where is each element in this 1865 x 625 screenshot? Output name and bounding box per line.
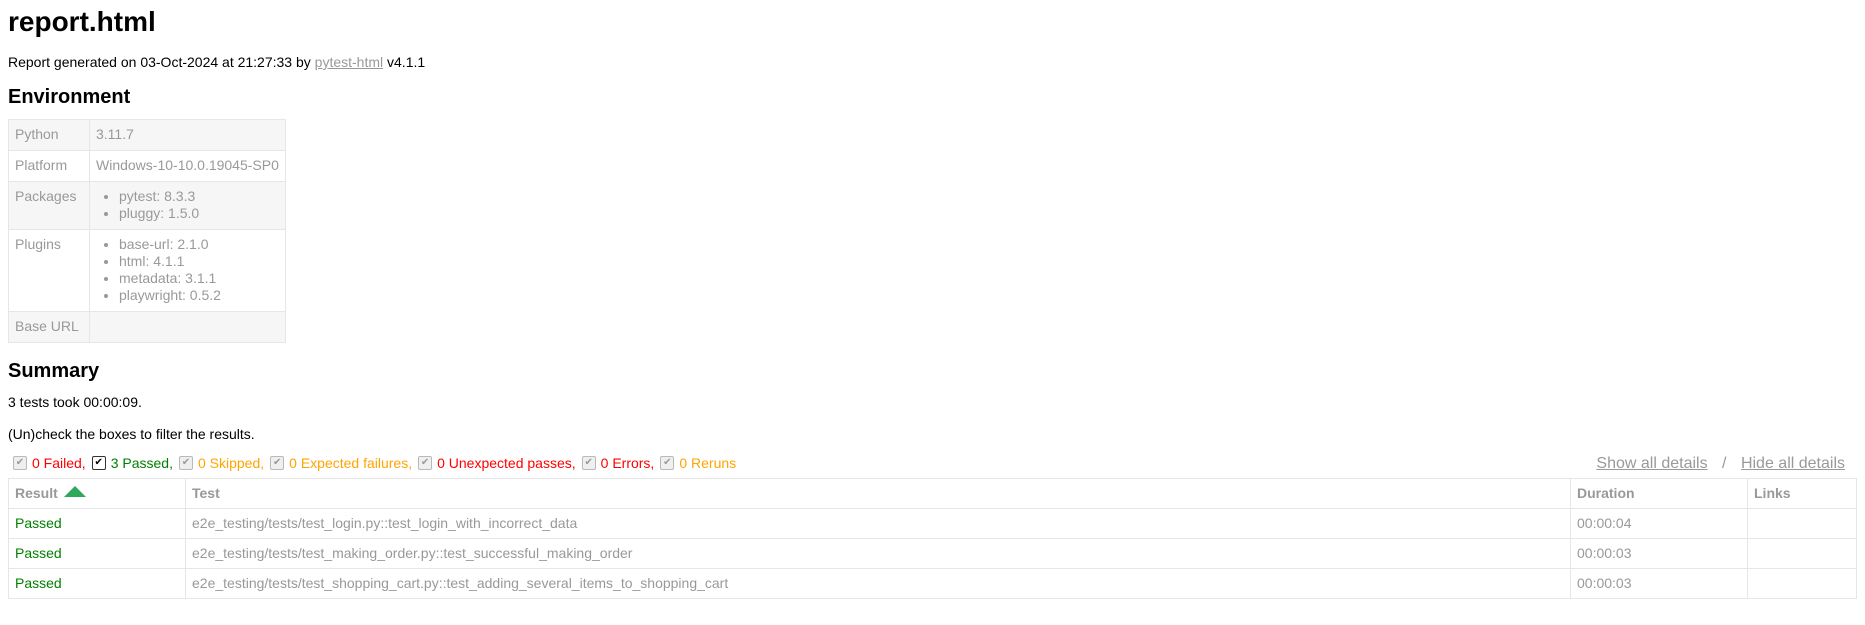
checkbox-reruns[interactable]: ✔ — [660, 456, 675, 470]
links-cell — [1747, 568, 1857, 599]
page-title: report.html — [8, 6, 156, 37]
results-header-row: Result Test Duration Links — [8, 478, 1857, 509]
filter-unexpected-passes[interactable]: ✔ 0 Unexpected passes, — [418, 455, 576, 471]
list-item: metadata: 3.1.1 — [119, 270, 279, 287]
env-row-base-url: Base URL — [8, 311, 286, 343]
filter-errors[interactable]: ✔ 0 Errors, — [581, 455, 655, 471]
env-value — [89, 311, 286, 343]
env-row-packages: Packages pytest: 8.3.3 pluggy: 1.5.0 — [8, 181, 286, 230]
checkbox-expected-failures[interactable]: ✔ — [270, 456, 285, 470]
env-key: Platform — [8, 150, 90, 182]
result-cell: Passed — [8, 538, 186, 569]
filter-expected-failures[interactable]: ✔ 0 Expected failures, — [270, 455, 412, 471]
duration-cell: 00:00:03 — [1570, 568, 1748, 599]
environment-table: Python 3.11.7 Platform Windows-10-10.0.1… — [8, 119, 286, 343]
show-all-details-link[interactable]: Show all details — [1596, 455, 1707, 472]
env-row-python: Python 3.11.7 — [8, 119, 286, 151]
tests-duration-text: 3 tests took 00:00:09. — [8, 394, 142, 410]
report-page: report.html Report generated on 03-Oct-2… — [0, 5, 1865, 599]
filter-passed[interactable]: ✔ 3 Passed, — [91, 455, 173, 471]
links-cell — [1747, 508, 1857, 539]
filter-skipped[interactable]: ✔ 0 Skipped, — [178, 455, 265, 471]
checkbox-failed[interactable]: ✔ — [13, 456, 27, 470]
table-row[interactable]: Passed e2e_testing/tests/test_making_ord… — [8, 538, 1857, 569]
env-value: pytest: 8.3.3 pluggy: 1.5.0 — [89, 181, 286, 230]
test-cell: e2e_testing/tests/test_making_order.py::… — [185, 538, 1571, 569]
checkbox-unexpected-passes[interactable]: ✔ — [418, 456, 433, 470]
table-row[interactable]: Passed e2e_testing/tests/test_shopping_c… — [8, 568, 1857, 599]
column-header-test[interactable]: Test — [185, 478, 1571, 509]
details-separator: / — [1722, 455, 1727, 472]
filter-row: ✔ 0 Failed, ✔ 3 Passed, ✔ 0 Skipped, ✔ 0… — [8, 455, 1857, 477]
filter-failed[interactable]: ✔ 0 Failed, — [13, 455, 86, 471]
list-item: base-url: 2.1.0 — [119, 236, 279, 253]
filter-passed-label: 3 Passed, — [110, 455, 173, 471]
plugins-list: base-url: 2.1.0 html: 4.1.1 metadata: 3.… — [96, 236, 279, 304]
filter-unexpected-passes-label: 0 Unexpected passes, — [437, 455, 576, 471]
sort-ascending-arrow-icon[interactable] — [63, 486, 86, 497]
pytest-html-link[interactable]: pytest-html — [315, 54, 383, 70]
links-cell — [1747, 538, 1857, 569]
summary-heading: Summary — [8, 360, 100, 382]
duration-cell: 00:00:04 — [1570, 508, 1748, 539]
filter-checkboxes: ✔ 0 Failed, ✔ 3 Passed, ✔ 0 Skipped, ✔ 0… — [8, 455, 1857, 471]
env-key: Plugins — [8, 229, 90, 312]
filter-errors-label: 0 Errors, — [600, 455, 655, 471]
checkbox-skipped[interactable]: ✔ — [178, 456, 193, 470]
env-row-platform: Platform Windows-10-10.0.19045-SP0 — [8, 150, 286, 182]
column-header-result[interactable]: Result — [8, 478, 186, 509]
detail-toggle-links: Show all details / Hide all details — [1596, 455, 1845, 473]
result-cell: Passed — [8, 568, 186, 599]
generated-suffix: v4.1.1 — [387, 54, 426, 70]
result-cell: Passed — [8, 508, 186, 539]
filter-expected-failures-label: 0 Expected failures, — [289, 455, 413, 471]
report-generated-line: Report generated on 03-Oct-2024 at 21:27… — [8, 53, 1857, 71]
env-row-plugins: Plugins base-url: 2.1.0 html: 4.1.1 meta… — [8, 229, 286, 312]
filter-hint-text: (Un)check the boxes to filter the result… — [8, 426, 255, 442]
test-cell: e2e_testing/tests/test_login.py::test_lo… — [185, 508, 1571, 539]
list-item: pytest: 8.3.3 — [119, 188, 279, 205]
table-row[interactable]: Passed e2e_testing/tests/test_login.py::… — [8, 508, 1857, 539]
packages-list: pytest: 8.3.3 pluggy: 1.5.0 — [96, 188, 279, 222]
duration-cell: 00:00:03 — [1570, 538, 1748, 569]
env-key: Base URL — [8, 311, 90, 343]
env-key: Packages — [8, 181, 90, 230]
filter-reruns[interactable]: ✔ 0 Reruns — [660, 455, 736, 471]
results-table: Result Test Duration Links Passed e2e_te… — [8, 478, 1857, 599]
list-item: html: 4.1.1 — [119, 253, 279, 270]
env-value: 3.11.7 — [89, 119, 286, 151]
env-key: Python — [8, 119, 90, 151]
generated-prefix: Report generated on 03-Oct-2024 at 21:27… — [8, 54, 311, 70]
test-cell: e2e_testing/tests/test_shopping_cart.py:… — [185, 568, 1571, 599]
environment-heading: Environment — [8, 86, 131, 108]
filter-skipped-label: 0 Skipped, — [197, 455, 265, 471]
checkbox-passed[interactable]: ✔ — [91, 456, 106, 470]
list-item: pluggy: 1.5.0 — [119, 205, 279, 222]
column-header-links: Links — [1747, 478, 1857, 509]
list-item: playwright: 0.5.2 — [119, 287, 279, 304]
env-value: Windows-10-10.0.19045-SP0 — [89, 150, 286, 182]
filter-failed-label: 0 Failed, — [32, 455, 86, 471]
checkbox-errors[interactable]: ✔ — [581, 456, 596, 470]
column-header-duration[interactable]: Duration — [1570, 478, 1748, 509]
env-value: base-url: 2.1.0 html: 4.1.1 metadata: 3.… — [89, 229, 286, 312]
hide-all-details-link[interactable]: Hide all details — [1741, 455, 1845, 472]
filter-reruns-label: 0 Reruns — [679, 455, 737, 471]
column-header-result-label: Result — [15, 485, 58, 501]
